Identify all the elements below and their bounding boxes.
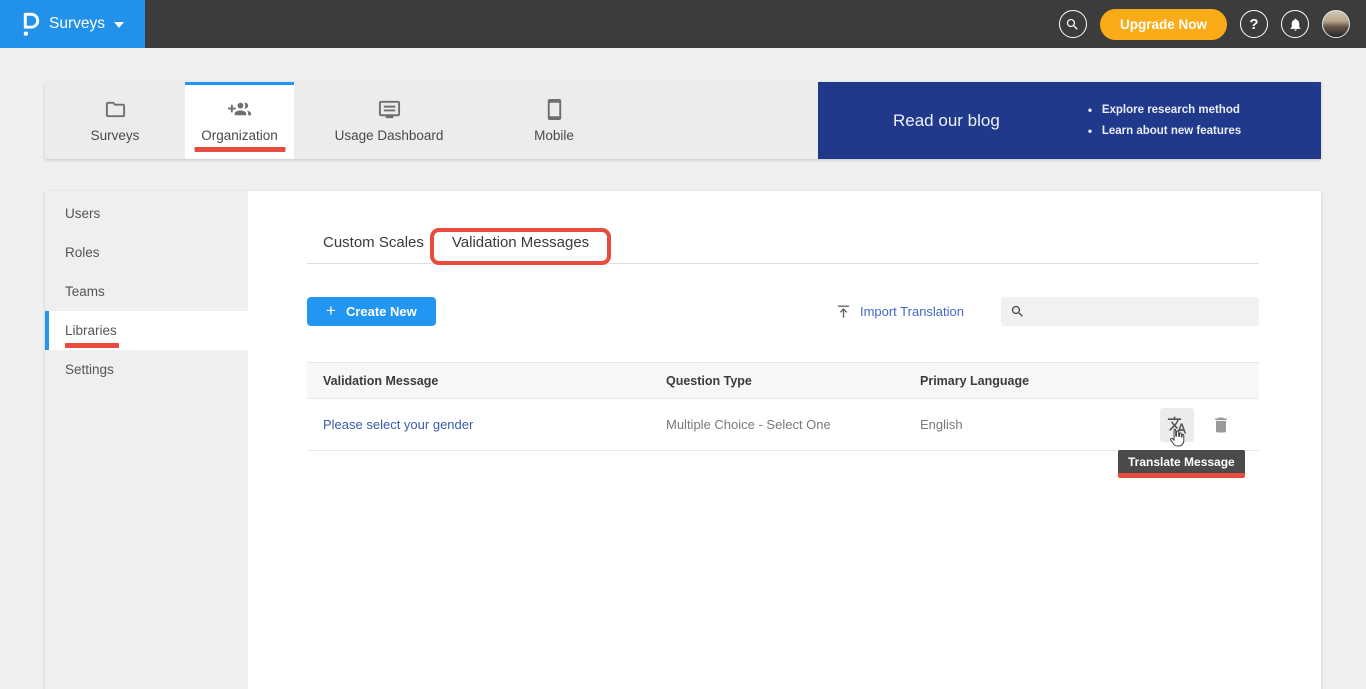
search-input[interactable] (1025, 304, 1259, 319)
blog-banner[interactable]: Read our blog Explore research method Le… (818, 82, 1321, 159)
translate-message-tooltip: Translate Message (1118, 450, 1245, 478)
blog-bullet-list: Explore research method Learn about new … (1088, 100, 1241, 142)
notifications-button[interactable] (1281, 10, 1309, 38)
hand-cursor-icon (1166, 427, 1188, 449)
sidebar-item-libraries[interactable]: Libraries (45, 311, 248, 350)
folder-icon (104, 98, 127, 121)
smartphone-icon (543, 98, 566, 121)
sidebar-item-settings[interactable]: Settings (45, 350, 248, 389)
nav-tab-label: Organization (201, 128, 278, 143)
sidebar-item-label: Libraries (65, 323, 117, 338)
sidebar-item-teams[interactable]: Teams (45, 272, 248, 311)
blog-banner-title: Read our blog (893, 111, 1000, 131)
annotation-underline-organization (194, 147, 285, 152)
search-icon (1010, 304, 1025, 319)
column-header-primary-language: Primary Language (920, 374, 1160, 388)
tab-custom-scales[interactable]: Custom Scales (315, 234, 432, 264)
bell-icon (1288, 17, 1303, 32)
search-button[interactable] (1059, 10, 1087, 38)
validation-message-link[interactable]: Please select your gender (323, 417, 666, 432)
import-translation-label: Import Translation (860, 304, 964, 319)
plus-icon: + (326, 301, 336, 321)
sidebar-item-users[interactable]: Users (45, 194, 248, 233)
nav-tab-label: Surveys (91, 128, 140, 143)
create-new-label: Create New (346, 304, 417, 319)
tab-validation-messages[interactable]: Validation Messages (444, 234, 597, 264)
organization-panel: Users Roles Teams Libraries Settings Cus… (45, 191, 1321, 689)
sidebar-item-label: Settings (65, 362, 114, 377)
column-header-validation-message: Validation Message (323, 374, 666, 388)
primary-nav-card: Surveys Organization Usage Dashboard Mob… (45, 82, 1321, 159)
topbar: Surveys Upgrade Now ? (0, 0, 1366, 48)
help-button[interactable]: ? (1240, 10, 1268, 38)
sidebar-item-label: Users (65, 206, 100, 221)
product-switcher[interactable]: Surveys (0, 0, 145, 48)
toolbar-right: Import Translation (835, 297, 1259, 326)
primary-nav-tabs: Surveys Organization Usage Dashboard Mob… (45, 82, 624, 159)
delete-message-button[interactable] (1211, 415, 1231, 435)
column-header-question-type: Question Type (666, 374, 920, 388)
libraries-content: Custom Scales Validation Messages + Crea… (248, 191, 1321, 689)
table-row: Please select your gender Multiple Choic… (307, 399, 1259, 451)
table-header-row: Validation Message Question Type Primary… (307, 362, 1259, 399)
create-new-button[interactable]: + Create New (307, 297, 436, 326)
brand-p-logo-icon (21, 12, 40, 37)
primary-language-cell: English (920, 417, 1160, 432)
question-mark-icon: ? (1249, 16, 1258, 33)
organization-sidebar: Users Roles Teams Libraries Settings (45, 191, 248, 689)
upload-icon (835, 303, 852, 320)
group-add-icon (228, 98, 251, 121)
sidebar-item-roles[interactable]: Roles (45, 233, 248, 272)
validation-messages-table: Validation Message Question Type Primary… (307, 362, 1259, 451)
search-icon (1065, 17, 1080, 32)
user-avatar[interactable] (1322, 10, 1350, 38)
topbar-actions: Upgrade Now ? (1059, 9, 1366, 40)
trash-icon (1211, 415, 1231, 435)
nav-tab-surveys[interactable]: Surveys (45, 82, 185, 159)
upgrade-now-button[interactable]: Upgrade Now (1100, 9, 1227, 40)
chevron-down-icon (114, 22, 124, 28)
product-name: Surveys (49, 15, 105, 33)
tab-label: Validation Messages (452, 234, 589, 251)
nav-tab-organization[interactable]: Organization (185, 82, 294, 159)
nav-tab-mobile[interactable]: Mobile (484, 82, 624, 159)
tab-label: Custom Scales (323, 234, 424, 251)
import-translation-link[interactable]: Import Translation (835, 303, 964, 320)
question-type-cell: Multiple Choice - Select One (666, 417, 920, 432)
toolbar: + Create New Import Translation (307, 297, 1259, 326)
nav-tab-label: Usage Dashboard (335, 128, 444, 143)
nav-tab-label: Mobile (534, 128, 574, 143)
nav-spacer (624, 82, 818, 159)
nav-tab-usage-dashboard[interactable]: Usage Dashboard (294, 82, 484, 159)
sidebar-item-label: Roles (65, 245, 100, 260)
libraries-tabs: Custom Scales Validation Messages (315, 234, 1259, 264)
sidebar-item-label: Teams (65, 284, 105, 299)
annotation-underline-libraries (65, 343, 119, 348)
blog-bullet: Explore research method (1088, 100, 1241, 121)
table-search-box[interactable] (1001, 297, 1259, 326)
dashboard-screen-icon (378, 98, 401, 121)
blog-bullet: Learn about new features (1088, 121, 1241, 142)
